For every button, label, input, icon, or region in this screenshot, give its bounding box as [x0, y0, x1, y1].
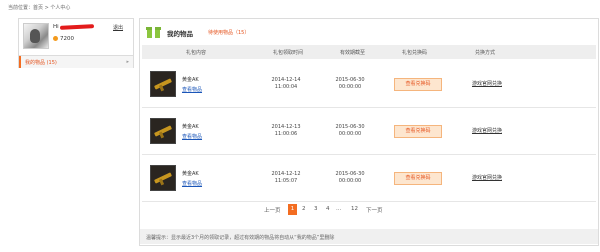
redeem-link[interactable]: 游戏官网兑换 [467, 174, 507, 181]
page-4-link[interactable]: 4 [326, 206, 330, 212]
item-name: 黄金AK [182, 171, 199, 177]
view-code-button[interactable]: 查看兑换码 [394, 172, 442, 185]
table-row: 黄金AK 查看物品 2014-12-12 11:05:07 2015-06-30… [142, 155, 596, 202]
item-thumbnail [150, 71, 176, 97]
chevron-right-icon: ▸ [126, 59, 129, 65]
column-header: 兑换方式 [475, 50, 496, 56]
sidebar-item-my-items[interactable]: 我的物品 (15) ▸ [19, 55, 133, 68]
gift-icon [146, 25, 161, 38]
logout-link[interactable]: 退出 [113, 24, 123, 31]
expire-time: 2015-06-30 00:00:00 [320, 171, 380, 185]
expire-time-text: 00:00:00 [338, 131, 362, 137]
pagination-ellipsis: ... [336, 206, 342, 212]
item-thumbnail [150, 165, 176, 191]
pending-items-link[interactable]: 待使用物品（15） [208, 29, 249, 36]
pagination: 上一页 1 2 3 4 ... 12 下一页 [140, 204, 598, 216]
page-12-link[interactable]: 12 [351, 206, 358, 212]
column-header: 礼包兑换码 [402, 50, 428, 56]
claim-date-text: 2014-12-12 [271, 171, 301, 177]
avatar [23, 23, 49, 49]
claim-time: 2014-12-12 11:05:07 [256, 171, 316, 185]
item-name: 黄金AK [182, 124, 199, 130]
item-name: 黄金AK [182, 77, 199, 83]
expire-date-text: 2015-06-30 [335, 124, 365, 130]
column-header: 礼包内容 [186, 50, 207, 56]
prev-page-link[interactable]: 上一页 [264, 206, 281, 214]
table-row: 黄金AK 查看物品 2014-12-13 11:00:06 2015-06-30… [142, 108, 596, 155]
redeem-link[interactable]: 游戏官网兑换 [467, 80, 507, 87]
redeem-link[interactable]: 游戏官网兑换 [467, 127, 507, 134]
my-items-panel: 我的物品 待使用物品（15） 礼包内容 礼包领取时间 有效期截至 礼包兑换码 兑… [139, 18, 599, 246]
page-title: 我的物品 [167, 30, 193, 38]
redacted-username [59, 23, 94, 30]
column-header: 有效期截至 [340, 50, 366, 56]
sidebar-item-label: 我的物品 (15) [25, 60, 57, 66]
view-item-link[interactable]: 查看物品 [182, 180, 202, 187]
breadcrumb: 当前位置：首页 > 个人中心 [8, 5, 71, 11]
page-3-link[interactable]: 3 [314, 206, 318, 212]
claim-date-text: 2014-12-14 [271, 77, 301, 83]
view-code-button[interactable]: 查看兑换码 [394, 78, 442, 91]
coin-balance: 7200 [53, 36, 74, 42]
view-code-button[interactable]: 查看兑换码 [394, 125, 442, 138]
expire-time-text: 00:00:00 [338, 84, 362, 90]
expire-time: 2015-06-30 00:00:00 [320, 124, 380, 138]
claim-time: 2014-12-13 11:00:06 [256, 124, 316, 138]
claim-time-text: 11:00:04 [274, 84, 298, 90]
page-1-button[interactable]: 1 [288, 204, 297, 215]
expire-date-text: 2015-06-30 [335, 77, 365, 83]
item-thumbnail [150, 118, 176, 144]
coin-icon [53, 36, 58, 41]
expire-time: 2015-06-30 00:00:00 [320, 77, 380, 91]
page-2-link[interactable]: 2 [302, 206, 306, 212]
expire-time-text: 00:00:00 [338, 178, 362, 184]
column-header: 礼包领取时间 [273, 50, 304, 56]
tip-text: 温馨提示：显示最近3个月的领取记录，超过有效期的物品将自动从“我的物品”里删除 [146, 235, 335, 241]
next-page-link[interactable]: 下一页 [366, 206, 383, 214]
table-header: 礼包内容 礼包领取时间 有效期截至 礼包兑换码 兑换方式 [142, 45, 596, 59]
tip-bar: 温馨提示：显示最近3个月的领取记录，超过有效期的物品将自动从“我的物品”里删除 [140, 229, 598, 244]
user-sidebar: Hi 退出 7200 我的物品 (15) ▸ [18, 18, 134, 68]
username: Hi [53, 23, 94, 30]
greeting-text: Hi [53, 24, 59, 30]
claim-time-text: 11:05:07 [274, 178, 298, 184]
expire-date-text: 2015-06-30 [335, 171, 365, 177]
claim-date-text: 2014-12-13 [271, 124, 301, 130]
table-row: 黄金AK 查看物品 2014-12-14 11:00:04 2015-06-30… [142, 61, 596, 108]
claim-time: 2014-12-14 11:00:04 [256, 77, 316, 91]
view-item-link[interactable]: 查看物品 [182, 86, 202, 93]
view-item-link[interactable]: 查看物品 [182, 133, 202, 140]
claim-time-text: 11:00:06 [274, 131, 298, 137]
coin-count: 7200 [60, 36, 74, 42]
